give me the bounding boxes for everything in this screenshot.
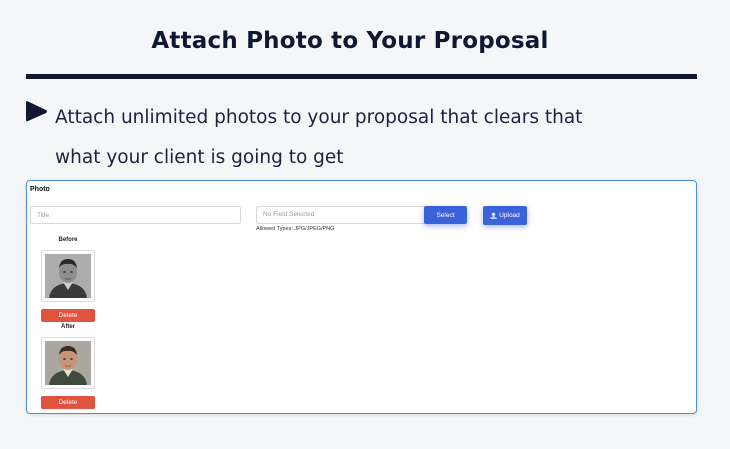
delete-before-button[interactable]: Delete (41, 309, 95, 322)
description-line-1: Attach unlimited photos to your proposal… (55, 107, 583, 128)
feature-description: Attach unlimited photos to your proposal… (55, 98, 655, 178)
play-triangle-icon (26, 101, 47, 122)
page-heading: Attach Photo to Your Proposal (151, 28, 549, 54)
colorized-portrait (45, 341, 91, 385)
before-label: Before (58, 237, 78, 243)
file-field[interactable]: No Field Selected (256, 206, 425, 224)
allowed-types-note: Allowed Types: JPG/JPEG/PNG (256, 226, 335, 232)
after-label: After (60, 324, 75, 330)
upload-button-label: Upload (499, 212, 520, 219)
panel-title: Photo (30, 186, 50, 193)
before-photo (41, 250, 95, 302)
select-file-button[interactable]: Select (424, 206, 467, 224)
photo-upload-panel: Photo No Field Selected Select Upload Al… (26, 180, 697, 414)
black-and-white-portrait (45, 254, 91, 298)
upload-icon (490, 212, 497, 219)
description-line-2: what your client is going to get (55, 147, 344, 168)
after-photo (41, 337, 95, 389)
title-input[interactable] (30, 206, 241, 224)
delete-after-button[interactable]: Delete (41, 396, 95, 409)
upload-button[interactable]: Upload (483, 206, 527, 225)
heading-divider (26, 74, 697, 79)
